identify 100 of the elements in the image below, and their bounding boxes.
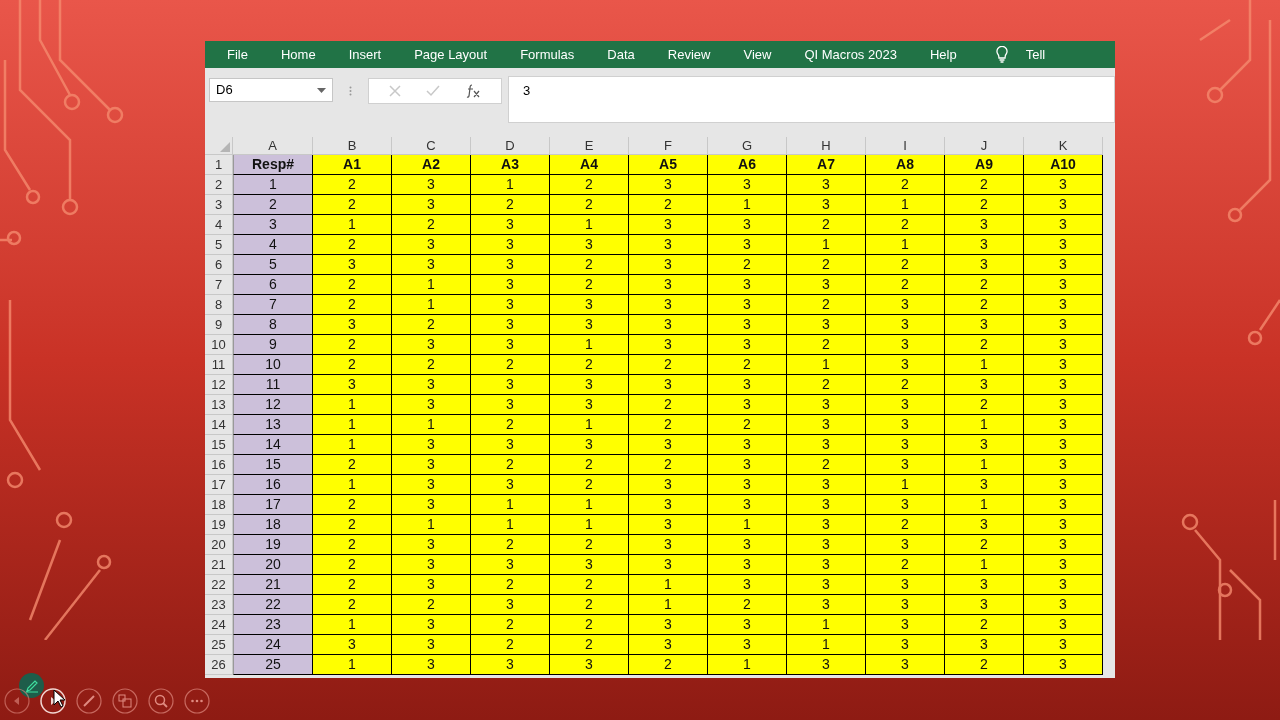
row-header[interactable]: 3 <box>205 195 233 215</box>
table-cell: 2 <box>550 355 629 375</box>
table-cell: 2 <box>550 275 629 295</box>
table-cell: 2 <box>550 195 629 215</box>
table-cell: 3 <box>471 595 550 615</box>
row-header[interactable]: 24 <box>205 615 233 635</box>
previous-icon[interactable] <box>4 688 30 714</box>
column-header[interactable]: H <box>787 137 866 155</box>
ribbon-tab[interactable]: Help <box>929 44 957 65</box>
table-cell: 1 <box>392 415 471 435</box>
name-box[interactable]: D6 <box>209 78 333 102</box>
row-header[interactable]: 18 <box>205 495 233 515</box>
row-header[interactable]: 19 <box>205 515 233 535</box>
column-header[interactable]: K <box>1024 137 1103 155</box>
table-cell: 3 <box>313 635 392 655</box>
pen-icon[interactable] <box>76 688 102 714</box>
table-cell: 2 <box>866 555 945 575</box>
table-cell: 2 <box>313 235 392 255</box>
table-cell: 3 <box>787 175 866 195</box>
table-cell: 3 <box>629 535 708 555</box>
table-cell: 3 <box>392 435 471 455</box>
table-cell: 1 <box>945 455 1024 475</box>
tell-me-field[interactable]: Tell <box>1025 44 1046 65</box>
ribbon-tab[interactable]: Formulas <box>520 44 575 65</box>
table-cell: 2 <box>471 455 550 475</box>
table-cell: 3 <box>787 655 866 675</box>
lightbulb-icon[interactable] <box>994 46 1009 63</box>
column-header[interactable]: G <box>708 137 787 155</box>
row-header[interactable]: 12 <box>205 375 233 395</box>
table-cell: 3 <box>392 375 471 395</box>
column-header[interactable]: A <box>233 137 313 155</box>
table-cell: 2 <box>550 575 629 595</box>
ribbon-tab[interactable]: Data <box>607 44 635 65</box>
column-header[interactable]: F <box>629 137 708 155</box>
function-icon[interactable] <box>464 84 481 98</box>
table-cell: 3 <box>1024 315 1103 335</box>
check-icon[interactable] <box>426 85 440 97</box>
more-icon[interactable] <box>184 688 210 714</box>
ribbon-tab[interactable]: Page Layout <box>414 44 488 65</box>
table-cell: 3 <box>866 575 945 595</box>
row-header[interactable]: 7 <box>205 275 233 295</box>
table-cell: 2 <box>629 195 708 215</box>
ribbon-tab[interactable]: Review <box>667 44 711 65</box>
table-cell: 3 <box>1024 375 1103 395</box>
row-header[interactable]: 9 <box>205 315 233 335</box>
column-header[interactable]: J <box>945 137 1024 155</box>
row-header[interactable]: 15 <box>205 435 233 455</box>
table-cell: 3 <box>629 635 708 655</box>
row-header[interactable]: 6 <box>205 255 233 275</box>
table-cell: 1 <box>471 175 550 195</box>
row-header[interactable]: 23 <box>205 595 233 615</box>
next-icon[interactable] <box>40 688 66 714</box>
table-cell: 18 <box>233 515 313 535</box>
table-cell: 1 <box>313 215 392 235</box>
pen-button[interactable] <box>19 673 44 698</box>
cancel-icon[interactable] <box>389 85 402 97</box>
row-header[interactable]: 16 <box>205 455 233 475</box>
row-header[interactable]: 4 <box>205 215 233 235</box>
row-header[interactable]: 17 <box>205 475 233 495</box>
column-header[interactable]: B <box>313 137 392 155</box>
row-header[interactable]: 10 <box>205 335 233 355</box>
ribbon-tab[interactable]: Home <box>280 44 316 65</box>
slides-icon[interactable] <box>112 688 138 714</box>
column-header[interactable]: C <box>392 137 471 155</box>
table-cell: 1 <box>313 395 392 415</box>
zoom-icon[interactable] <box>148 688 174 714</box>
row-header[interactable]: 22 <box>205 575 233 595</box>
row-header[interactable]: 26 <box>205 655 233 675</box>
mouse-cursor-icon <box>53 689 66 708</box>
grip-icon <box>349 86 352 96</box>
formula-input[interactable]: 3 <box>508 76 1115 123</box>
table-cell: 3 <box>629 475 708 495</box>
table-cell: 3 <box>945 235 1024 255</box>
table-cell: A9 <box>945 155 1024 175</box>
row-header[interactable]: 8 <box>205 295 233 315</box>
row-header[interactable]: 13 <box>205 395 233 415</box>
row-header[interactable]: 21 <box>205 555 233 575</box>
table-cell: 6 <box>233 275 313 295</box>
column-header[interactable]: I <box>866 137 945 155</box>
row-header[interactable]: 1 <box>205 155 233 175</box>
column-header[interactable]: E <box>550 137 629 155</box>
ribbon-tab[interactable]: View <box>743 44 772 65</box>
row-header[interactable]: 20 <box>205 535 233 555</box>
select-all-corner[interactable] <box>205 137 233 155</box>
ribbon-tab[interactable]: File <box>227 44 248 65</box>
table-cell: 3 <box>1024 275 1103 295</box>
table-cell: 2 <box>392 315 471 335</box>
table-cell: 3 <box>1024 635 1103 655</box>
row-header[interactable]: 14 <box>205 415 233 435</box>
row-header[interactable]: 2 <box>205 175 233 195</box>
table-cell: 14 <box>233 435 313 455</box>
table-cell: 3 <box>787 315 866 335</box>
ribbon-tab[interactable]: QI Macros 2023 <box>804 44 897 65</box>
column-header[interactable]: D <box>471 137 550 155</box>
row-header[interactable]: 25 <box>205 635 233 655</box>
table-cell: 3 <box>866 495 945 515</box>
table-cell: 2 <box>313 175 392 195</box>
row-header[interactable]: 11 <box>205 355 233 375</box>
ribbon-tab[interactable]: Insert <box>348 44 382 65</box>
row-header[interactable]: 5 <box>205 235 233 255</box>
